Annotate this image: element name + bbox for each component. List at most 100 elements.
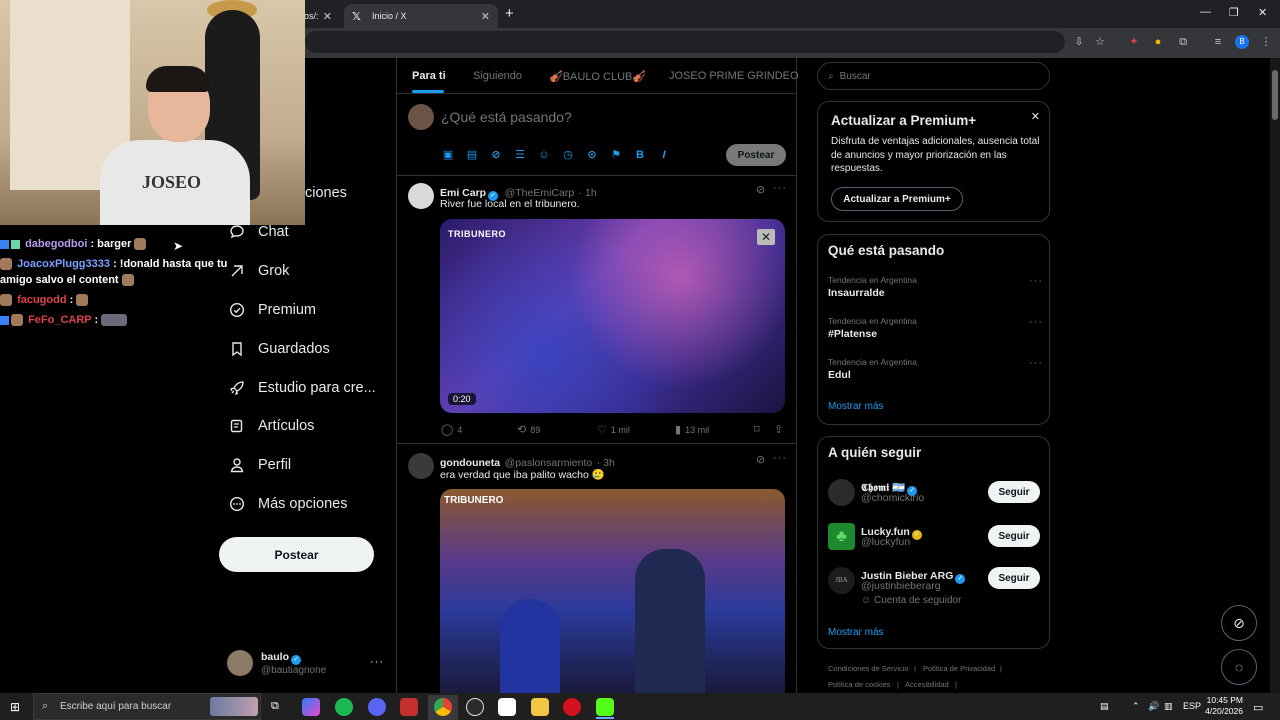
spotify-app-icon[interactable] [335,698,353,716]
follow-button[interactable]: Seguir [988,567,1040,589]
trend-more-icon[interactable]: ··· [1029,275,1043,287]
follow-suggestion[interactable]: ♣ Lucky.fun ✓ @luckyfun Seguir [828,521,1043,557]
like-button[interactable]: ♡ 1 mil [597,423,630,436]
tweet-more-icon[interactable]: ··· [773,452,787,464]
who-to-follow-show-more[interactable]: Mostrar más [828,627,884,638]
gif-icon[interactable]: ▤ [465,148,479,162]
grok-icon[interactable]: ⊘ [756,183,765,196]
voicemod-app-icon[interactable] [400,698,418,716]
tweet-time[interactable]: · 1h [579,187,597,199]
trends-show-more[interactable]: Mostrar más [828,401,884,412]
extension-icon[interactable]: ✦ [1127,35,1141,49]
menu-icon[interactable]: ⋮ [1259,35,1273,49]
footer-cookies-link[interactable]: Política de cookies [828,680,891,689]
image-icon[interactable]: ▣ [441,148,455,162]
close-icon[interactable]: ✕ [481,10,490,23]
scrollbar-thumb[interactable] [1272,70,1278,120]
tweet-more-icon[interactable]: ··· [773,182,787,194]
tweet-avatar[interactable] [408,453,434,479]
network-icon[interactable]: ▥ [1164,701,1173,712]
opera-app-icon[interactable] [563,698,581,716]
address-bar[interactable] [305,31,1065,53]
capcut-app-icon[interactable] [498,698,516,716]
italic-icon[interactable]: I [657,148,671,162]
trend-item[interactable]: Tendencia en Argentina Edul ··· [828,357,1043,387]
composer-avatar[interactable] [408,104,434,130]
grok-floating-button[interactable]: ⊘ [1221,605,1257,641]
file-explorer-icon[interactable] [531,698,549,716]
footer-privacy-link[interactable]: Política de Privacidad [923,664,995,673]
grok-icon[interactable]: ⊘ [489,148,503,162]
kick-app-icon[interactable] [596,698,614,716]
trend-more-icon[interactable]: ··· [1029,316,1043,328]
install-icon[interactable]: ⇩ [1072,35,1086,49]
profile-avatar-icon[interactable]: B [1235,35,1249,49]
follow-button[interactable]: Seguir [988,481,1040,503]
minimize-icon[interactable]: — [1200,6,1211,18]
nav-creator-studio[interactable]: Estudio para cre... [228,373,376,403]
window-close-icon[interactable]: ✕ [1258,6,1267,19]
media-icon[interactable]: ≡ [1211,35,1225,49]
messages-floating-button[interactable]: ◌ [1221,649,1257,685]
nav-bookmarks[interactable]: Guardados [228,334,330,364]
tweet-avatar[interactable] [408,183,434,209]
trend-item[interactable]: Tendencia en Argentina #Platense ··· [828,316,1043,346]
volume-icon[interactable]: 🔊 [1148,701,1159,712]
chrome-app-icon[interactable] [434,698,452,716]
copilot-app-icon[interactable] [302,698,320,716]
tray-app-icon[interactable]: ▤ [1100,701,1109,712]
composer-post-button[interactable]: Postear [726,144,786,166]
nav-profile[interactable]: Perfil [228,450,291,480]
browser-tab-active[interactable]: 𝕏 Inicio / X ✕ [344,4,498,28]
post-button[interactable]: Postear [219,537,374,572]
bookmark-button[interactable]: ⌑ [754,423,764,436]
nav-grok[interactable]: Grok [228,256,289,286]
tab-for-you[interactable]: Para ti [412,70,446,82]
footer-accessibility-link[interactable]: Accesibilidad [905,680,949,689]
follow-suggestion[interactable]: JBA Justin Bieber ARG ✓ @justinbieberarg … [828,565,1043,609]
grok-icon[interactable]: ⊘ [756,453,765,466]
tweet-video[interactable]: TRIBUNERO ✕ 0:20 [440,219,785,413]
follow-button[interactable]: Seguir [988,525,1040,547]
account-switcher[interactable]: baulo ✓ @bautiagnone ··· [227,650,387,682]
clock[interactable]: 10:45 PM 4/20/2026 [1203,695,1243,717]
task-view-icon[interactable]: ⧉ [271,700,279,713]
restore-icon[interactable]: ❐ [1229,6,1239,19]
reply-button[interactable]: ◯ 4 [441,423,462,436]
discord-app-icon[interactable] [368,698,386,716]
composer-input[interactable]: ¿Qué está pasando? [441,109,572,125]
page-scrollbar[interactable] [1270,58,1280,698]
close-icon[interactable]: ✕ [323,10,332,23]
windows-start-icon[interactable]: ⊞ [10,700,20,714]
extension-icon[interactable]: ● [1151,35,1165,49]
schedule-icon[interactable]: ◷ [561,148,575,162]
emoji-icon[interactable]: ☺ [537,148,551,162]
poll-icon[interactable]: ☰ [513,148,527,162]
extensions-puzzle-icon[interactable]: ⧉ [1176,35,1190,49]
close-icon[interactable]: ✕ [1031,110,1040,123]
location-icon[interactable]: ⊙ [585,148,599,162]
views-button[interactable]: ▮ 13 mil [675,423,709,436]
notifications-icon[interactable]: ▭ [1253,701,1263,714]
chevron-up-icon[interactable]: ⌃ [1132,701,1140,712]
bold-icon[interactable]: B [633,148,647,162]
trend-more-icon[interactable]: ··· [1029,357,1043,369]
nav-premium[interactable]: Premium [228,295,316,325]
flag-icon[interactable]: ⚑ [609,148,623,162]
tweet-image[interactable]: TRIBUNERO [440,489,785,693]
tab-following[interactable]: Siguiendo [473,70,522,82]
trend-item[interactable]: Tendencia en Argentina Insaurralde ··· [828,275,1043,305]
nav-more-options[interactable]: Más opciones [228,489,347,519]
search-input[interactable]: ⌕ Buscar [817,62,1050,90]
star-icon[interactable]: ☆ [1093,35,1107,49]
tab-baulo-club[interactable]: 🎻BAULO CLUB🎻 [549,70,646,83]
new-tab-icon[interactable]: + [505,5,514,22]
footer-terms-link[interactable]: Condiciones de Servicio [828,664,908,673]
nav-articles[interactable]: Artículos [228,411,314,441]
tab-joseo-prime[interactable]: JOSEO PRIME GRINDEO [669,70,799,82]
share-button[interactable]: ⇪ [774,423,787,436]
taskbar-search-input[interactable]: ⌕ Escribe aquí para buscar [33,693,261,720]
obs-app-icon[interactable] [466,698,484,716]
retweet-button[interactable]: ⟲ 89 [517,423,540,436]
upgrade-premium-button[interactable]: Actualizar a Premium+ [831,187,963,211]
